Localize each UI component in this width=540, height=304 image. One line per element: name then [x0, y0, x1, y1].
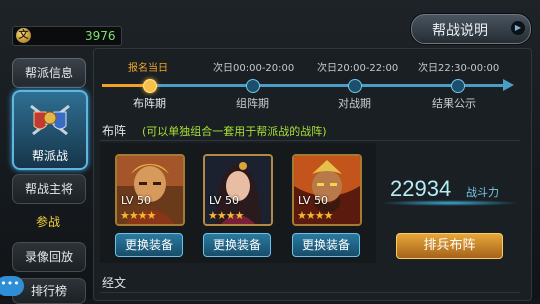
lineup-note: (可以单独组合一套用于帮派战的战阵): [142, 125, 327, 138]
chat-button[interactable]: •••: [0, 276, 24, 296]
sidebar-item-replay[interactable]: 录像回放: [12, 242, 86, 272]
lineup-header: 布阵 (可以单独组合一套用于帮派战的战阵): [100, 120, 520, 141]
power-glow: [380, 200, 520, 206]
stage-label: 组阵期: [236, 97, 269, 110]
star-rating-icon: ★★★★: [208, 209, 244, 222]
sidebar-item-label: 录像回放: [24, 250, 73, 264]
combat-power-label: 战斗力: [466, 186, 499, 199]
scripture-title: 经文: [102, 276, 127, 290]
stage-label: 结果公示: [432, 97, 476, 110]
stage-dot: [143, 79, 157, 93]
help-button-label: 帮战说明: [432, 23, 488, 39]
change-equipment-button[interactable]: 更换装备: [292, 233, 360, 257]
sidebar-item-label: 帮战主将: [24, 182, 73, 196]
star-rating-icon: ★★★★: [297, 209, 333, 222]
change-equipment-button[interactable]: 更换装备: [203, 233, 271, 257]
lineup-title: 布阵: [102, 124, 127, 138]
sidebar-item-war-general[interactable]: 帮战主将: [12, 174, 86, 204]
stage-time: 次日20:00-22:00: [317, 63, 399, 74]
stage-label: 对战期: [338, 97, 371, 110]
stage-dot: [246, 79, 260, 93]
star-rating-icon: ★★★★: [120, 209, 156, 222]
hero-level: LV 50: [121, 194, 151, 207]
stage-time: 次日22:30-00:00: [418, 63, 500, 74]
deploy-formation-button[interactable]: 排兵布阵: [396, 233, 503, 259]
sidebar-item-label: 帮派战: [31, 149, 68, 163]
hero-level: LV 50: [298, 194, 328, 207]
change-equipment-button[interactable]: 更换装备: [115, 233, 183, 257]
sidebar-item-label: 帮派信息: [24, 66, 73, 80]
timeline-track: [102, 84, 505, 87]
sidebar-item-guild-war[interactable]: 帮派战: [12, 90, 88, 170]
stage-dot: [348, 79, 362, 93]
arrow-right-icon: ▶: [511, 21, 525, 35]
hero-card[interactable]: LV 50 ★★★★: [115, 154, 185, 226]
hero-level: LV 50: [209, 194, 239, 207]
schedule-timeline: 报名当日 布阵期 次日00:00-20:00 组阵期 次日20:00-22:00…: [100, 52, 520, 116]
help-button[interactable]: 帮战说明 ▶: [411, 14, 531, 44]
scripture-header: 经文: [100, 272, 520, 293]
sidebar-item-guild-info[interactable]: 帮派信息: [12, 58, 86, 88]
stage-label: 布阵期: [133, 97, 166, 110]
combat-power-value: 22934: [390, 176, 452, 201]
stage-dot: [451, 79, 465, 93]
crossed-swords-shield-icon: [30, 104, 70, 136]
stage-time: 次日00:00-20:00: [213, 63, 295, 74]
sidebar-item-join[interactable]: 参战: [12, 213, 84, 230]
currency-amount: 3976: [85, 29, 116, 43]
currency-display: 文 3976: [12, 26, 122, 46]
timeline-arrow-icon: [503, 79, 514, 91]
sidebar-item-label: 排行榜: [30, 284, 67, 298]
hero-card[interactable]: LV 50 ★★★★: [203, 154, 273, 226]
stage-time: 报名当日: [128, 63, 168, 74]
coin-icon: 文: [16, 28, 31, 43]
hero-card[interactable]: LV 50 ★★★★: [292, 154, 362, 226]
